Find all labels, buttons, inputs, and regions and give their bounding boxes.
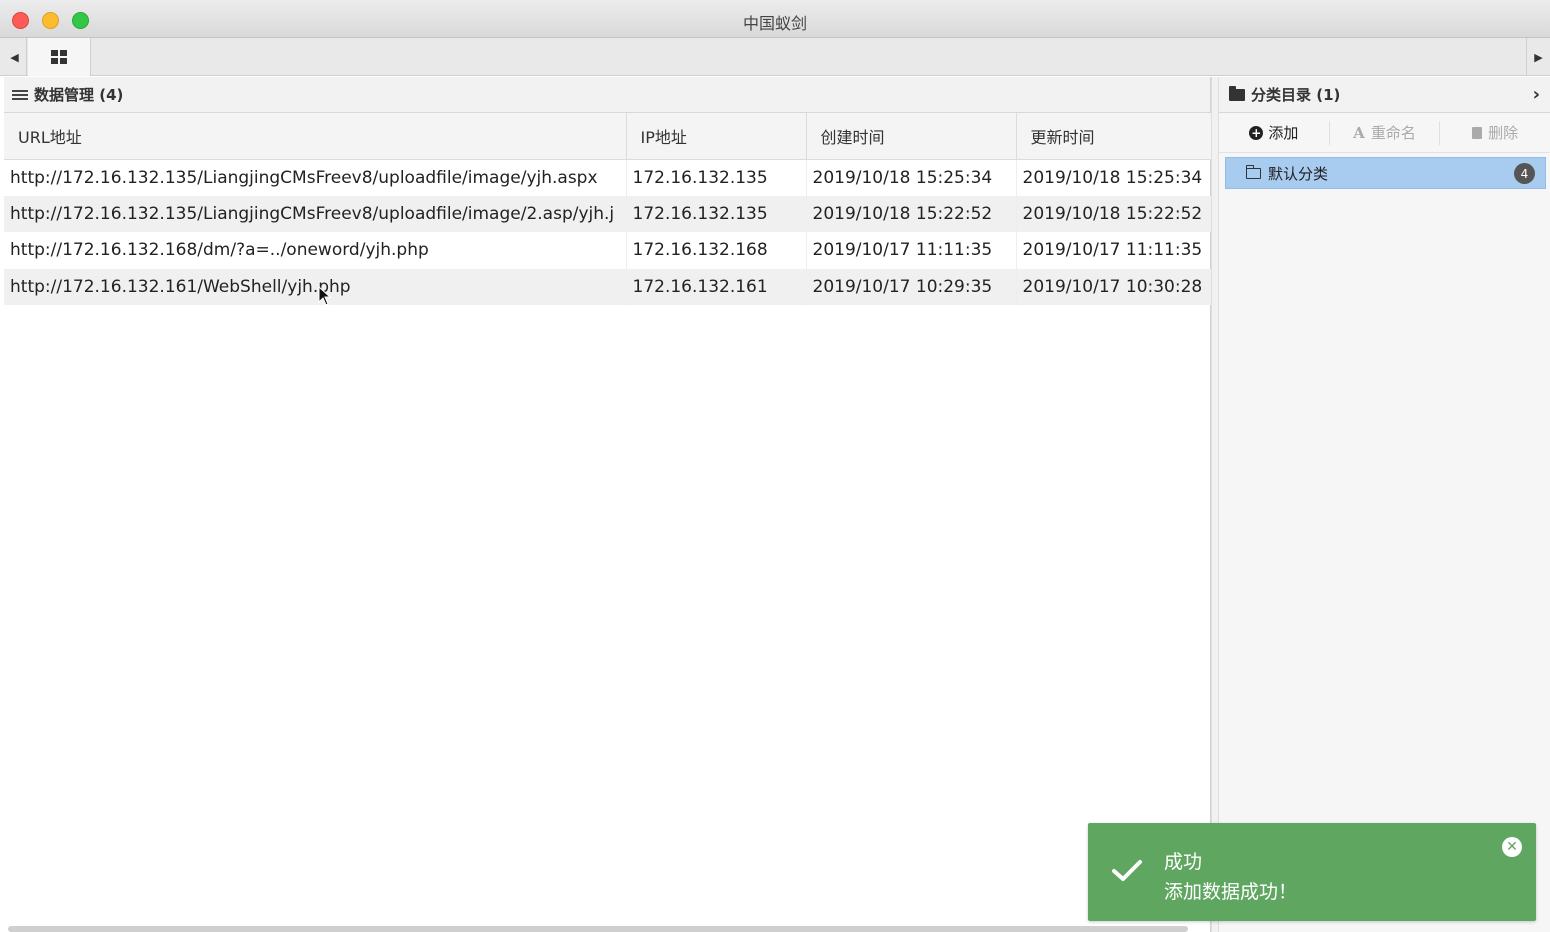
cell-ip: 172.16.132.135 <box>626 195 807 232</box>
panel-resize-handle[interactable] <box>1211 77 1219 932</box>
tab-home[interactable] <box>28 38 91 76</box>
window-title: 中国蚁剑 <box>742 14 807 33</box>
delete-category-button[interactable]: 删除 <box>1440 121 1550 145</box>
mouse-cursor-icon <box>318 286 332 306</box>
close-icon[interactable]: ✕ <box>1502 837 1522 857</box>
table-row[interactable]: http://172.16.132.135/LiangjingCMsFreev8… <box>4 195 1212 232</box>
cell-created: 2019/10/18 15:22:52 <box>806 195 1017 232</box>
grid-icon <box>51 50 67 64</box>
add-category-button[interactable]: + 添加 <box>1219 120 1330 145</box>
data-management-panel: 数据管理 (4) URL地址 IP地址 创建时间 更新时间 http://172… <box>4 77 1212 932</box>
rename-category-button[interactable]: A 重命名 <box>1330 120 1441 145</box>
data-panel-header: 数据管理 (4) <box>4 77 1210 113</box>
cell-created: 2019/10/18 15:25:34 <box>806 159 1017 196</box>
cell-ip: 172.16.132.168 <box>626 232 807 269</box>
category-panel: 分类目录 (1) › + 添加 A 重命名 删除 默认分类 4 <box>1219 77 1550 932</box>
tab-scroll-right-button[interactable]: ▶ <box>1526 38 1550 76</box>
plus-circle-icon: + <box>1249 125 1264 140</box>
category-item-default[interactable]: 默认分类 4 <box>1225 157 1546 189</box>
category-label: 默认分类 <box>1268 164 1329 183</box>
list-icon <box>12 88 28 102</box>
delete-label: 删除 <box>1488 124 1519 142</box>
table-row[interactable]: http://172.16.132.168/dm/?a=../oneword/y… <box>4 232 1212 269</box>
rename-label: 重命名 <box>1370 124 1416 142</box>
app-window: 中国蚁剑 ◀ ▶ 数据管理 (4) URL地址 IP地址 创建时间 更新时间 h… <box>0 0 1550 932</box>
table-header-row: URL地址 IP地址 创建时间 更新时间 <box>4 113 1212 160</box>
table-row[interactable]: http://172.16.132.161/WebShell/yjh.php 1… <box>4 268 1212 305</box>
data-panel-title: 数据管理 (4) <box>34 86 124 104</box>
toast-message: 添加数据成功！ <box>1164 881 1298 903</box>
cell-updated: 2019/10/17 11:11:35 <box>1016 232 1212 269</box>
chevron-right-icon[interactable]: › <box>1533 84 1540 105</box>
folder-outline-icon <box>1245 164 1261 179</box>
cell-created: 2019/10/17 11:11:35 <box>806 232 1017 269</box>
horizontal-scrollbar[interactable] <box>8 926 1188 932</box>
checkmark-icon <box>1112 860 1142 881</box>
category-panel-title: 分类目录 (1) <box>1251 86 1341 104</box>
cell-updated: 2019/10/18 15:25:34 <box>1016 159 1212 196</box>
cell-url: http://172.16.132.168/dm/?a=../oneword/y… <box>4 232 627 269</box>
cell-ip: 172.16.132.161 <box>626 268 807 305</box>
font-icon: A <box>1353 123 1365 142</box>
toast-title: 成功 <box>1164 851 1203 873</box>
category-panel-header: 分类目录 (1) › <box>1219 77 1550 113</box>
column-header-created[interactable]: 创建时间 <box>806 113 1017 160</box>
cell-updated: 2019/10/17 10:30:28 <box>1016 268 1212 305</box>
cell-created: 2019/10/17 10:29:35 <box>806 268 1017 305</box>
column-header-updated[interactable]: 更新时间 <box>1016 113 1212 160</box>
cell-updated: 2019/10/18 15:22:52 <box>1016 195 1212 232</box>
add-label: 添加 <box>1268 124 1299 142</box>
tab-scroll-left-button[interactable]: ◀ <box>3 38 27 76</box>
category-toolbar: + 添加 A 重命名 删除 <box>1219 113 1550 153</box>
trash-icon <box>1472 126 1483 139</box>
column-header-ip[interactable]: IP地址 <box>626 113 807 160</box>
cell-url: http://172.16.132.135/LiangjingCMsFreev8… <box>4 195 627 232</box>
cell-url: http://172.16.132.161/WebShell/yjh.php <box>4 268 627 305</box>
folder-icon <box>1229 85 1245 101</box>
cell-url: http://172.16.132.135/LiangjingCMsFreev8… <box>4 159 627 196</box>
table-row[interactable]: http://172.16.132.135/LiangjingCMsFreev8… <box>4 159 1212 196</box>
shell-table: URL地址 IP地址 创建时间 更新时间 http://172.16.132.1… <box>4 113 1212 305</box>
category-count-badge: 4 <box>1514 163 1535 184</box>
success-toast: 成功 添加数据成功！ ✕ <box>1088 823 1536 921</box>
column-header-url[interactable]: URL地址 <box>4 113 627 160</box>
title-bar: 中国蚁剑 <box>0 0 1550 38</box>
tab-bar: ◀ ▶ <box>0 38 1550 76</box>
cell-ip: 172.16.132.135 <box>626 159 807 196</box>
